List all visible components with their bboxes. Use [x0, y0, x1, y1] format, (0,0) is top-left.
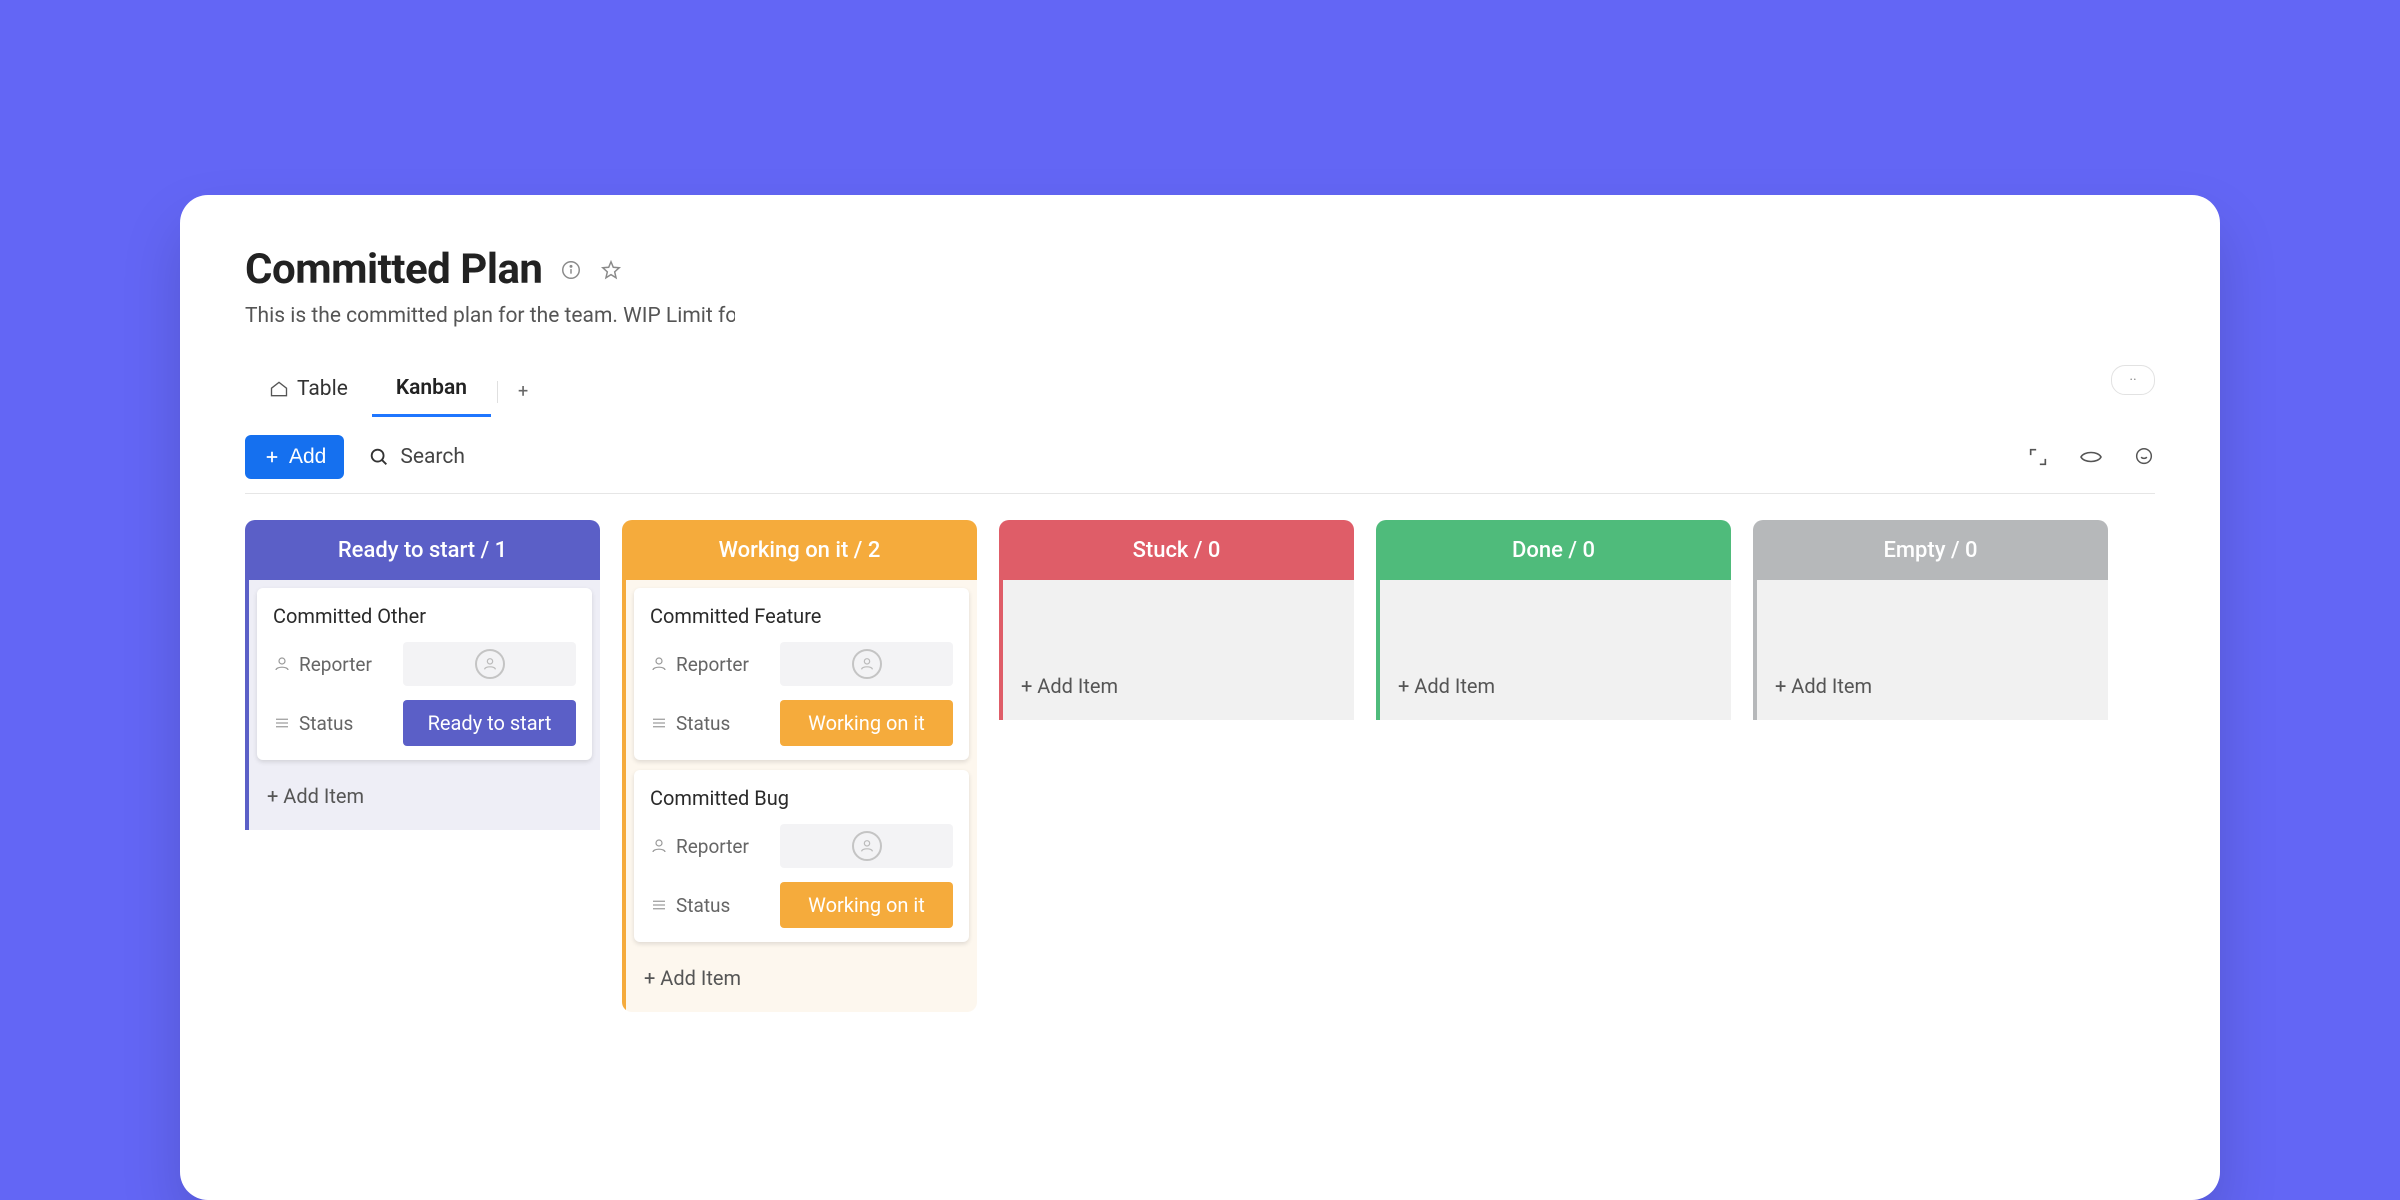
board-subtitle: This is the committed plan for the team.…: [245, 304, 735, 328]
add-item-working[interactable]: + Add Item: [634, 952, 969, 994]
status-label: Status: [676, 894, 730, 917]
column-done-header[interactable]: Done / 0: [1376, 520, 1731, 580]
home-icon: [269, 379, 289, 399]
person-icon: [650, 655, 668, 673]
column-working: Working on it / 2 Committed Feature Repo…: [622, 520, 977, 1012]
board-window: ·· Committed Plan This is the committed …: [180, 195, 2220, 1200]
column-stuck: Stuck / 0 + Add Item: [999, 520, 1354, 1012]
status-label: Status: [299, 712, 353, 735]
action-bar: Add Search: [245, 435, 2155, 494]
reporter-label: Reporter: [676, 835, 749, 858]
add-item-ready[interactable]: + Add Item: [257, 770, 592, 812]
avatar-icon: [852, 831, 882, 861]
status-icon: [650, 896, 668, 914]
card-committed-feature[interactable]: Committed Feature Reporter St: [634, 588, 969, 760]
column-stuck-header[interactable]: Stuck / 0: [999, 520, 1354, 580]
add-item-empty[interactable]: + Add Item: [1765, 660, 2100, 702]
card-title: Committed Feature: [650, 604, 953, 628]
card-status-row: Status Ready to start: [273, 700, 576, 746]
reporter-label: Reporter: [676, 653, 749, 676]
header: Committed Plan: [245, 245, 2155, 294]
reporter-label: Reporter: [299, 653, 372, 676]
view-icon[interactable]: [2079, 448, 2103, 466]
column-empty-body: + Add Item: [1753, 580, 2108, 720]
card-committed-bug[interactable]: Committed Bug Reporter Status: [634, 770, 969, 942]
column-stuck-body: + Add Item: [999, 580, 1354, 720]
card-title: Committed Other: [273, 604, 576, 628]
add-button[interactable]: Add: [245, 435, 344, 479]
avatar-icon: [852, 649, 882, 679]
card-reporter-row: Reporter: [273, 642, 576, 686]
person-icon: [650, 837, 668, 855]
column-empty-header[interactable]: Empty / 0: [1753, 520, 2108, 580]
comment-icon[interactable]: [2133, 446, 2155, 468]
tab-table[interactable]: Table: [245, 367, 372, 417]
reporter-field[interactable]: [403, 642, 576, 686]
plus-icon: [263, 448, 281, 466]
status-chip[interactable]: Ready to start: [403, 700, 576, 746]
tab-kanban-label: Kanban: [396, 376, 467, 400]
card-status-row: Status Working on it: [650, 700, 953, 746]
column-done: Done / 0 + Add Item: [1376, 520, 1731, 1012]
column-ready: Ready to start / 1 Committed Other Repor…: [245, 520, 600, 1012]
search-icon: [368, 446, 390, 468]
column-done-body: + Add Item: [1376, 580, 1731, 720]
card-title: Committed Bug: [650, 786, 953, 810]
view-tabs: Table Kanban +: [245, 366, 2155, 417]
tab-separator: [497, 381, 498, 403]
reporter-field[interactable]: [780, 824, 953, 868]
expand-icon[interactable]: [2027, 446, 2049, 468]
column-ready-header[interactable]: Ready to start / 1: [245, 520, 600, 580]
status-icon: [650, 714, 668, 732]
status-label: Status: [676, 712, 730, 735]
reporter-field[interactable]: [780, 642, 953, 686]
column-working-header[interactable]: Working on it / 2: [622, 520, 977, 580]
view-options-pill[interactable]: ··: [2111, 365, 2155, 395]
tab-add[interactable]: +: [504, 371, 542, 412]
column-working-body: Committed Feature Reporter St: [622, 580, 977, 1012]
tab-table-label: Table: [297, 377, 348, 401]
status-icon: [273, 714, 291, 732]
add-item-done[interactable]: + Add Item: [1388, 660, 1723, 702]
status-chip[interactable]: Working on it: [780, 700, 953, 746]
column-ready-body: Committed Other Reporter Stat: [245, 580, 600, 830]
add-item-stuck[interactable]: + Add Item: [1011, 660, 1346, 702]
card-reporter-row: Reporter: [650, 642, 953, 686]
star-icon[interactable]: [600, 259, 622, 281]
card-status-row: Status Working on it: [650, 882, 953, 928]
add-button-label: Add: [289, 445, 326, 469]
kanban-board: Ready to start / 1 Committed Other Repor…: [245, 520, 2155, 1012]
person-icon: [273, 655, 291, 673]
board-title: Committed Plan: [245, 245, 542, 294]
search-input[interactable]: Search: [368, 445, 465, 469]
card-committed-other[interactable]: Committed Other Reporter Stat: [257, 588, 592, 760]
tab-kanban[interactable]: Kanban: [372, 366, 491, 417]
column-empty: Empty / 0 + Add Item: [1753, 520, 2108, 1012]
avatar-icon: [475, 649, 505, 679]
info-icon[interactable]: [560, 259, 582, 281]
search-label: Search: [400, 445, 465, 469]
status-chip[interactable]: Working on it: [780, 882, 953, 928]
card-reporter-row: Reporter: [650, 824, 953, 868]
